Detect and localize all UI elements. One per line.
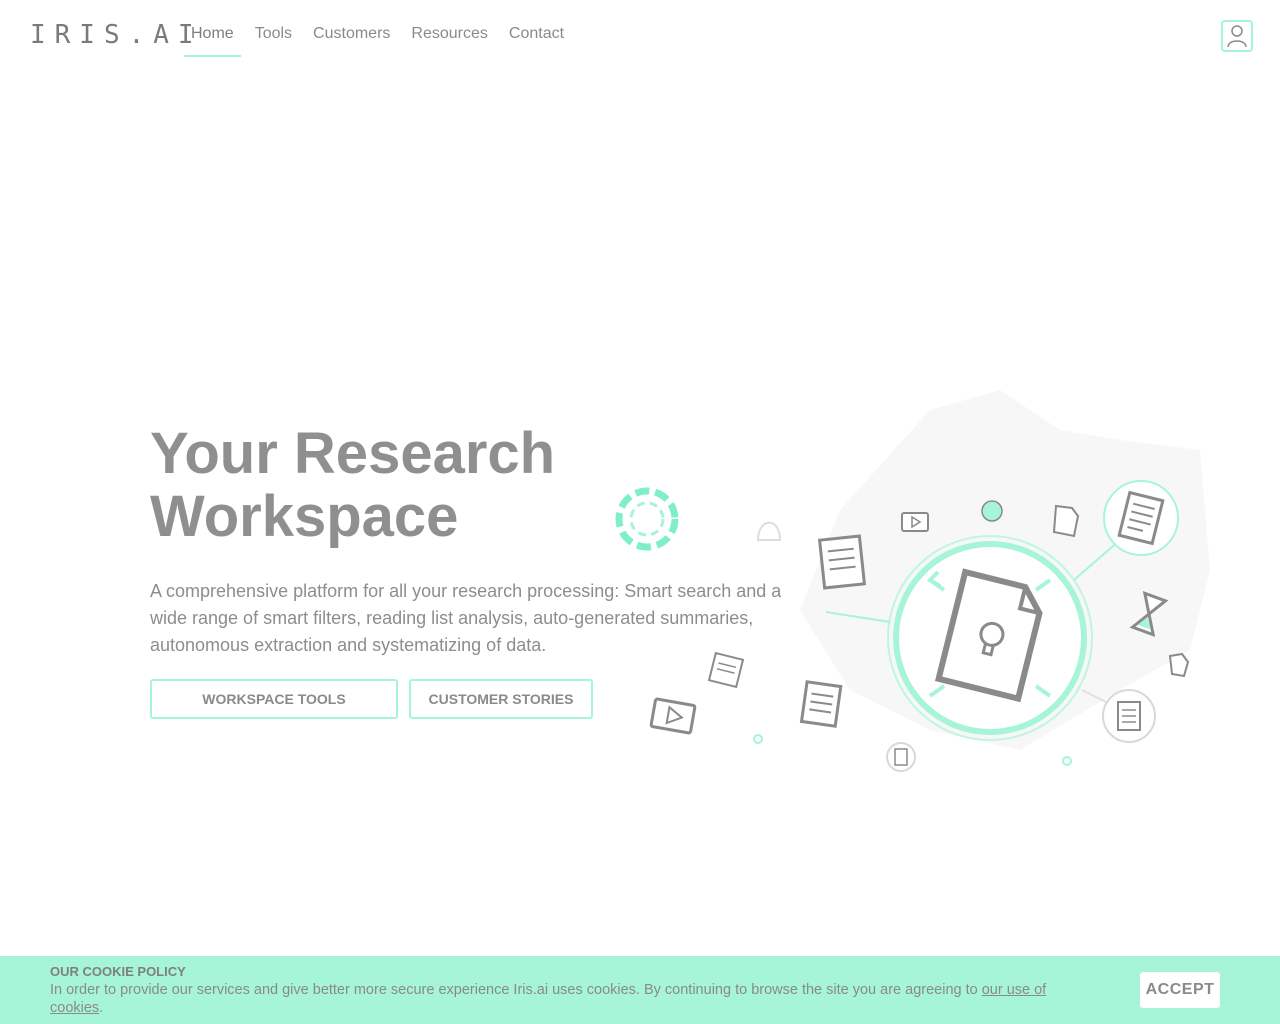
hero-title-line2: Workspace <box>150 484 459 549</box>
play-icon <box>901 512 929 532</box>
main-nav: Home Tools Customers Resources Contact <box>184 14 578 57</box>
cookie-text: In order to provide our services and giv… <box>50 981 1080 1017</box>
user-account-button[interactable] <box>1221 20 1253 52</box>
cookie-period: . <box>99 1000 104 1016</box>
user-icon <box>1227 25 1247 48</box>
cookie-title: OUR COOKIE POLICY <box>50 964 186 979</box>
cookie-banner: OUR COOKIE POLICY In order to provide ou… <box>0 956 1280 1024</box>
customer-stories-button[interactable]: CUSTOMER STORIES <box>409 679 593 719</box>
accept-cookies-button[interactable]: ACCEPT <box>1140 972 1220 1008</box>
nav-tools[interactable]: Tools <box>248 14 299 57</box>
hero-title: Your Research Workspace <box>150 422 670 548</box>
hero-title-line1: Your Research <box>150 421 556 486</box>
site-header: IRIS.AI Home Tools Customers Resources C… <box>0 0 1280 72</box>
workspace-tools-button[interactable]: WORKSPACE TOOLS <box>150 679 398 719</box>
cookie-message: In order to provide our services and giv… <box>50 982 982 998</box>
nav-customers[interactable]: Customers <box>306 14 397 57</box>
nav-resources[interactable]: Resources <box>404 14 494 57</box>
nav-home[interactable]: Home <box>184 14 241 57</box>
play-icon <box>649 697 697 735</box>
nav-contact[interactable]: Contact <box>502 14 571 57</box>
hero-description: A comprehensive platform for all your re… <box>150 581 782 655</box>
logo[interactable]: IRIS.AI <box>30 20 203 50</box>
